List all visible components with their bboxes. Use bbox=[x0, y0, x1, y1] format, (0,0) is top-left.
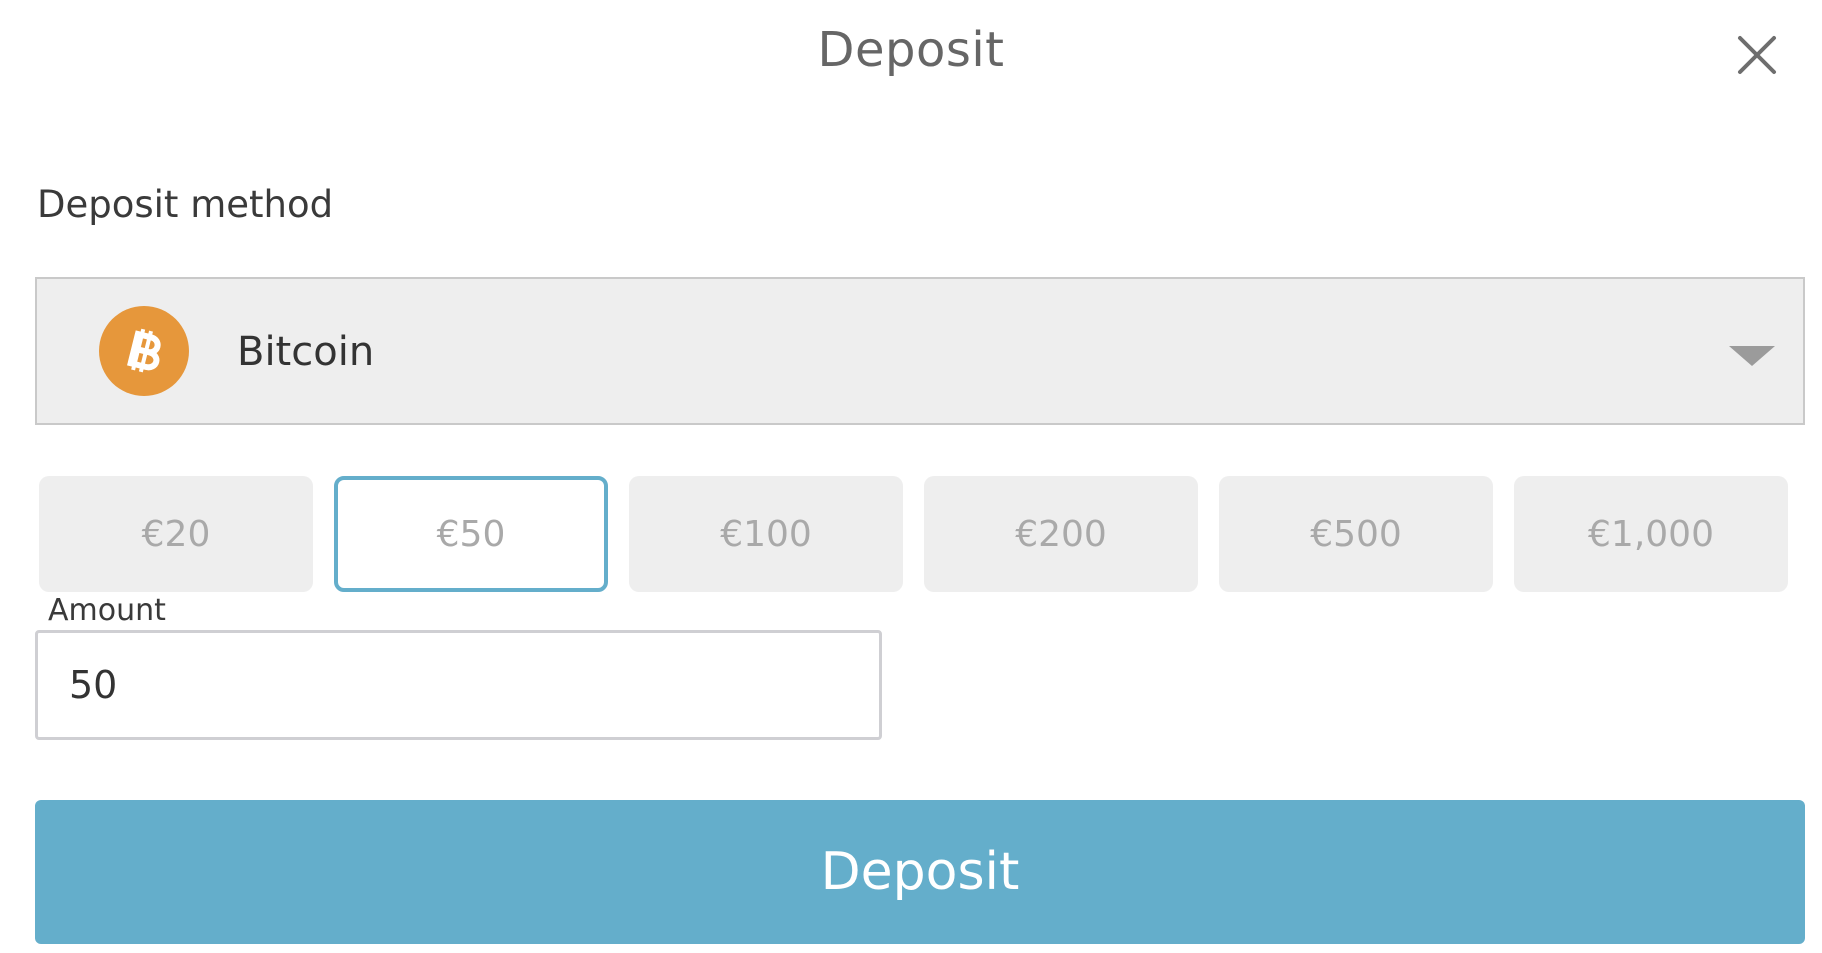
preset-100-button[interactable]: €100 bbox=[629, 476, 903, 592]
bitcoin-icon bbox=[99, 306, 189, 396]
deposit-method-value: Bitcoin bbox=[237, 329, 375, 375]
preset-200-button[interactable]: €200 bbox=[924, 476, 1198, 592]
amount-input[interactable] bbox=[35, 630, 882, 740]
modal-title: Deposit bbox=[817, 22, 1005, 78]
close-button[interactable] bbox=[1734, 32, 1780, 78]
close-icon bbox=[1738, 36, 1776, 74]
deposit-method-select[interactable]: Bitcoin bbox=[35, 277, 1805, 425]
deposit-method-label: Deposit method bbox=[37, 183, 334, 226]
deposit-button[interactable]: Deposit bbox=[35, 800, 1805, 944]
amount-label: Amount bbox=[48, 593, 166, 628]
preset-50-button[interactable]: €50 bbox=[334, 476, 608, 592]
deposit-modal: Deposit Deposit method Bitcoin €20 €50 €… bbox=[0, 0, 1822, 953]
preset-500-button[interactable]: €500 bbox=[1219, 476, 1493, 592]
chevron-down-icon bbox=[1727, 344, 1777, 368]
preset-1000-button[interactable]: €1,000 bbox=[1514, 476, 1788, 592]
preset-20-button[interactable]: €20 bbox=[39, 476, 313, 592]
